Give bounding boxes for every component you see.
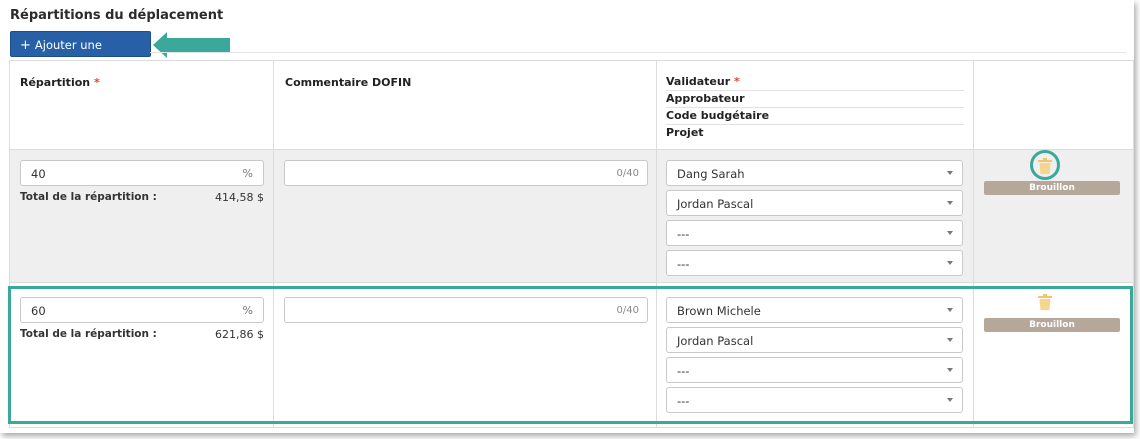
section-title: Répartitions du déplacement: [10, 8, 224, 23]
header-code-budgetaire: Code budgétaire: [666, 108, 964, 125]
divider: [150, 52, 1126, 53]
header-stack: Validateur * Approbateur Code budgétaire…: [666, 74, 964, 141]
header-validateur: Validateur *: [666, 74, 964, 91]
total-label: Total de la répartition :: [20, 191, 157, 203]
projet-select[interactable]: ---: [666, 250, 963, 276]
header-commentaire: Commentaire DOFIN: [285, 76, 412, 89]
approbateur-select[interactable]: Jordan Pascal: [666, 190, 963, 216]
percent-value: 40: [31, 167, 46, 181]
total-value: 414,58 $: [215, 191, 264, 204]
required-mark: *: [734, 75, 740, 88]
caret-down-icon: [947, 171, 953, 175]
header-validateur-label: Validateur: [666, 75, 731, 88]
plus-icon: +: [20, 38, 31, 53]
caret-down-icon: [947, 201, 953, 205]
header-projet: Projet: [666, 126, 704, 139]
validateur-select[interactable]: Dang Sarah: [666, 160, 963, 186]
select-value: Jordan Pascal: [677, 197, 754, 211]
header-repartition: Répartition *: [20, 76, 100, 89]
header-repartition-label: Répartition: [20, 76, 91, 89]
comment-input[interactable]: 0/40: [284, 160, 648, 186]
row-divider: [10, 149, 1133, 150]
select-value: Dang Sarah: [677, 167, 745, 181]
char-counter: 0/40: [616, 168, 639, 179]
code-budgetaire-select[interactable]: ---: [666, 220, 963, 246]
repartitions-panel: Répartitions du déplacement + Ajouter une…: [0, 0, 1134, 433]
row-highlight: [8, 286, 1133, 424]
header-approbateur: Approbateur: [666, 91, 964, 108]
select-value: ---: [677, 257, 690, 271]
caret-down-icon: [947, 231, 953, 235]
row-divider: [10, 282, 1133, 283]
pointer-arrow-icon: [153, 32, 230, 58]
add-repartition-button[interactable]: + Ajouter une répartition: [10, 31, 151, 79]
trash-icon[interactable]: [1038, 158, 1052, 174]
select-value: ---: [677, 227, 690, 241]
percent-input[interactable]: 40 %: [20, 160, 264, 186]
required-mark: *: [93, 76, 100, 89]
percent-unit: %: [242, 167, 253, 180]
caret-down-icon: [947, 261, 953, 265]
status-badge: Brouillon: [984, 181, 1120, 195]
